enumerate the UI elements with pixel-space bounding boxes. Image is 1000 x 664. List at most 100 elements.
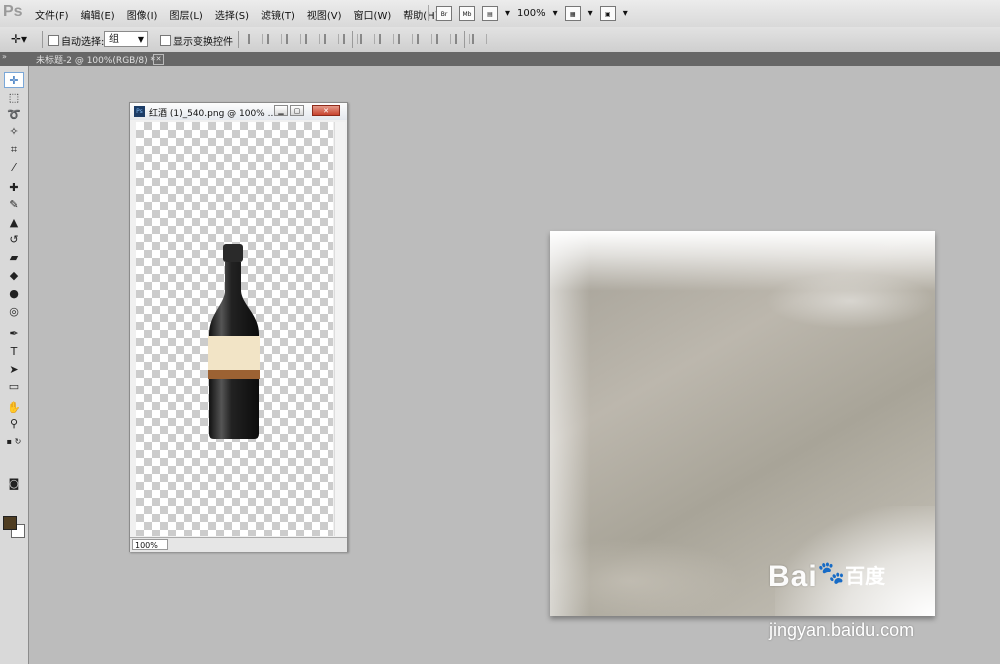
chevron-down-icon[interactable]: ▾ <box>588 8 593 19</box>
menu-select[interactable]: 选择(S) <box>215 7 249 22</box>
stamp-tool-icon[interactable]: ▲ <box>4 215 24 231</box>
menubar-tools: Br Mb ▤ ▾ 100% ▾ ▦ ▾ ▣ ▾ <box>428 5 628 21</box>
align-buttons <box>248 34 358 44</box>
bottle-label-stripe <box>208 370 260 379</box>
menu-bar: Ps 文件(F) 编辑(E) 图像(I) 图层(L) 选择(S) 滤镜(T) 视… <box>0 0 1000 28</box>
menu-image[interactable]: 图像(I) <box>127 7 158 22</box>
separator <box>428 5 429 21</box>
zoom-field[interactable]: 100% <box>132 539 168 550</box>
auto-select-label: 自动选择: <box>61 37 105 48</box>
distribute-bottom-icon[interactable] <box>398 34 413 44</box>
paw-icon: 🐾 <box>817 561 846 586</box>
toolbox: ✛ ⬚ ➰ ✧ ⌗ ⁄ ✚ ✎ ▲ ↺ ▰ ◆ ● ◎ ✒ T ➤ ▭ ✋ ⚲ … <box>0 66 29 664</box>
align-hcenter-icon[interactable] <box>324 34 339 44</box>
menu-view[interactable]: 视图(V) <box>307 7 342 22</box>
separator <box>352 31 353 48</box>
show-transform-controls-checkbox[interactable]: 显示变换控件 <box>160 33 233 48</box>
canvas-highlight <box>550 231 590 616</box>
quick-mask-icon[interactable]: ◙ <box>4 476 24 492</box>
auto-align-group <box>472 34 487 44</box>
bottle-cap <box>223 244 243 262</box>
document-titlebar[interactable]: Ps 红酒 (1)_540.png @ 100% ... ▁ ▢ ✕ <box>130 103 347 120</box>
pen-tool-icon[interactable]: ✒ <box>4 326 24 342</box>
eyedropper-tool-icon[interactable]: ⁄ <box>4 160 24 176</box>
reset-colors-icon[interactable]: ▪ ↻ <box>4 434 24 450</box>
tab-document[interactable]: 未标题-2 @ 100%(RGB/8) * <box>36 53 155 66</box>
separator <box>464 31 465 48</box>
close-button[interactable]: ✕ <box>312 105 340 116</box>
menu-layer[interactable]: 图层(L) <box>169 7 202 22</box>
auto-select-dropdown[interactable]: 组 ▼ <box>104 31 148 47</box>
hand-tool-icon[interactable]: ✋ <box>4 400 24 416</box>
chevron-down-icon[interactable]: ▾ <box>623 8 628 19</box>
brush-tool-icon[interactable]: ✎ <box>4 197 24 213</box>
auto-align-icon[interactable] <box>472 34 487 44</box>
document-tab-strip: » 未标题-2 @ 100%(RGB/8) * ✕ <box>0 52 1000 66</box>
align-bottom-icon[interactable] <box>286 34 301 44</box>
wine-bottle-image[interactable] <box>205 244 263 440</box>
close-icon[interactable]: ✕ <box>153 54 164 65</box>
type-tool-icon[interactable]: T <box>4 344 24 360</box>
baidu-watermark: Bai🐾百度 <box>768 560 885 594</box>
main-menu: 文件(F) 编辑(E) 图像(I) 图层(L) 选择(S) 滤镜(T) 视图(V… <box>35 7 439 22</box>
separator <box>238 31 239 48</box>
history-brush-tool-icon[interactable]: ↺ <box>4 232 24 248</box>
distribute-top-icon[interactable] <box>360 34 375 44</box>
marquee-tool-icon[interactable]: ⬚ <box>4 90 24 106</box>
show-transform-label: 显示变换控件 <box>173 37 233 48</box>
align-top-icon[interactable] <box>248 34 263 44</box>
chevron-down-icon[interactable]: ▾ <box>553 8 558 19</box>
bridge-button[interactable]: Br <box>436 5 452 21</box>
distribute-vcenter-icon[interactable] <box>379 34 394 44</box>
checkbox-icon <box>160 35 171 46</box>
crop-tool-icon[interactable]: ⌗ <box>4 142 24 158</box>
distribute-buttons <box>360 34 470 44</box>
align-right-icon[interactable] <box>343 34 358 44</box>
align-left-icon[interactable] <box>305 34 320 44</box>
quick-select-tool-icon[interactable]: ✧ <box>4 124 24 140</box>
align-vcenter-icon[interactable] <box>267 34 282 44</box>
chevron-down-icon[interactable]: ▾ <box>505 8 510 19</box>
arrange-documents-button[interactable]: ▦ <box>564 5 581 21</box>
paint-bucket-tool-icon[interactable]: ◆ <box>4 268 24 284</box>
dodge-tool-icon[interactable]: ◎ <box>4 304 24 320</box>
lasso-tool-icon[interactable]: ➰ <box>4 107 24 123</box>
auto-select-value: 组 <box>109 34 119 45</box>
distribute-hcenter-icon[interactable] <box>436 34 451 44</box>
texture-canvas[interactable] <box>550 231 935 616</box>
auto-select-checkbox[interactable]: 自动选择: <box>48 33 104 48</box>
checkbox-icon <box>48 35 59 46</box>
eraser-tool-icon[interactable]: ▰ <box>4 250 24 266</box>
foreground-color-swatch[interactable] <box>3 516 17 530</box>
separator <box>42 31 43 48</box>
menu-edit[interactable]: 编辑(E) <box>81 7 115 22</box>
maximize-button[interactable]: ▢ <box>290 105 304 116</box>
move-tool-preset-icon[interactable]: ✛▾ <box>11 32 27 46</box>
path-select-tool-icon[interactable]: ➤ <box>4 362 24 378</box>
zoom-tool-icon[interactable]: ⚲ <box>4 416 24 432</box>
mini-bridge-button[interactable]: Mb <box>459 5 475 21</box>
minimize-button[interactable]: ▁ <box>274 105 288 116</box>
panel-collapse-icon[interactable]: » <box>2 52 7 61</box>
canvas-highlight <box>550 231 935 291</box>
options-bar: ✛▾ 自动选择: 组 ▼ 显示变换控件 <box>0 27 1000 53</box>
menu-window[interactable]: 窗口(W) <box>354 7 392 22</box>
shape-tool-icon[interactable]: ▭ <box>4 379 24 395</box>
photoshop-logo: Ps <box>3 3 23 20</box>
menu-filter[interactable]: 滤镜(T) <box>261 7 295 22</box>
menu-file[interactable]: 文件(F) <box>35 7 69 22</box>
distribute-right-icon[interactable] <box>455 34 470 44</box>
watermark-url: jingyan.baidu.com <box>769 620 915 640</box>
blur-tool-icon[interactable]: ● <box>4 286 24 302</box>
healing-tool-icon[interactable]: ✚ <box>4 180 24 196</box>
chevron-down-icon: ▼ <box>137 35 144 44</box>
document-title: 红酒 (1)_540.png @ 100% ... <box>149 109 277 119</box>
zoom-level[interactable]: 100% <box>517 8 546 19</box>
watermark-logo-cn: 百度 <box>845 564 886 588</box>
view-extras-button[interactable]: ▤ <box>482 5 498 21</box>
screen-mode-button[interactable]: ▣ <box>599 5 616 21</box>
vertical-scrollbar[interactable] <box>334 122 345 536</box>
distribute-left-icon[interactable] <box>417 34 432 44</box>
move-tool-icon[interactable]: ✛ <box>4 72 24 88</box>
watermark-logo-text: Bai <box>768 560 818 593</box>
